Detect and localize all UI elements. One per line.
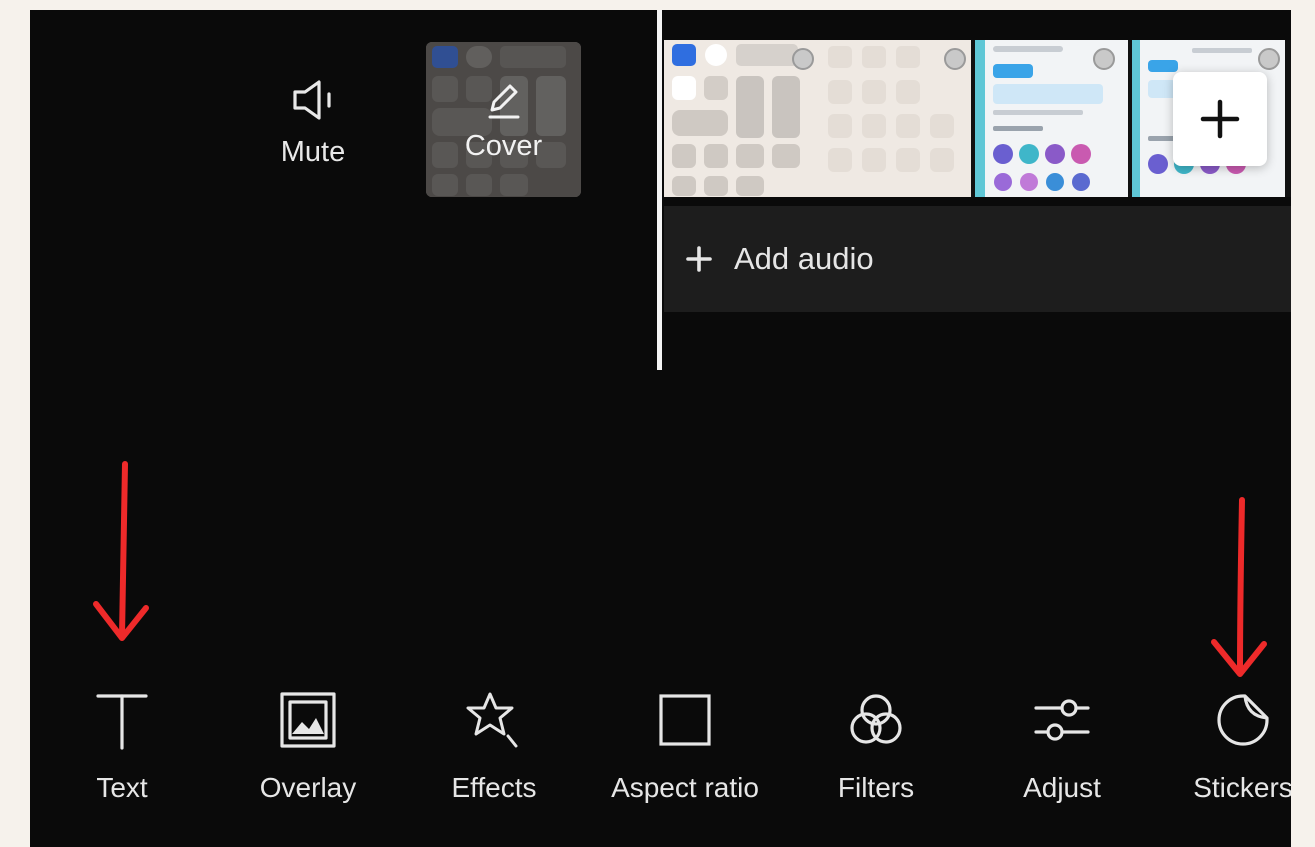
- overlay-tool-label: Overlay: [259, 772, 357, 803]
- annotation-arrow-icon: [93, 461, 149, 641]
- adjust-sliders-icon: [1034, 699, 1090, 741]
- cover-button[interactable]: Cover: [426, 42, 581, 197]
- text-tool-button[interactable]: Text: [92, 690, 152, 804]
- add-audio-button[interactable]: Add audio: [664, 206, 1291, 312]
- filters-tool-button[interactable]: Filters: [820, 690, 932, 804]
- clip-handle[interactable]: [1258, 48, 1280, 70]
- clip-frame-app-1: [975, 40, 1128, 197]
- effects-star-icon: [466, 692, 518, 748]
- effects-tool-button[interactable]: Effects: [438, 690, 550, 804]
- text-tool-label: Text: [96, 772, 148, 803]
- clip-handle[interactable]: [1093, 48, 1115, 70]
- aspect-ratio-icon: [659, 694, 711, 746]
- aspect-ratio-tool-button[interactable]: Aspect ratio: [600, 690, 770, 804]
- plus-icon: [686, 246, 712, 272]
- stickers-tool-button[interactable]: Stickers: [1190, 690, 1291, 804]
- clip-handle[interactable]: [944, 48, 966, 70]
- effects-tool-label: Effects: [451, 772, 537, 803]
- filters-tool-label: Filters: [837, 772, 915, 803]
- adjust-tool-button[interactable]: Adjust: [1006, 690, 1118, 804]
- add-audio-label: Add audio: [734, 241, 874, 276]
- speaker-icon: [293, 80, 331, 120]
- sticker-icon: [1217, 694, 1269, 746]
- video-editor-screen: Mute Cover Add audio Text Overlay Effect…: [30, 10, 1291, 847]
- mute-button[interactable]: Mute: [270, 78, 356, 169]
- filters-icon: [850, 694, 902, 744]
- cover-label: Cover: [464, 130, 543, 162]
- control-center-thumbnail: [664, 40, 971, 197]
- stickers-tool-label: Stickers: [1193, 772, 1291, 803]
- clip-handle[interactable]: [792, 48, 814, 70]
- add-clip-button[interactable]: [1173, 72, 1267, 166]
- clip-frame-control-center: [664, 40, 971, 197]
- mute-label: Mute: [280, 136, 346, 168]
- adjust-tool-label: Adjust: [1023, 772, 1101, 803]
- overlay-tool-button[interactable]: Overlay: [252, 690, 364, 804]
- pencil-icon: [488, 84, 520, 119]
- aspect-ratio-tool-label: Aspect ratio: [611, 772, 759, 803]
- plus-icon: [1200, 99, 1240, 139]
- playhead[interactable]: [657, 10, 662, 370]
- overlay-icon: [280, 692, 336, 748]
- annotation-arrow-icon: [1211, 497, 1267, 677]
- bottom-toolbar: Text Overlay Effects Aspect ratio Filter…: [30, 690, 1291, 830]
- text-icon: [96, 694, 148, 750]
